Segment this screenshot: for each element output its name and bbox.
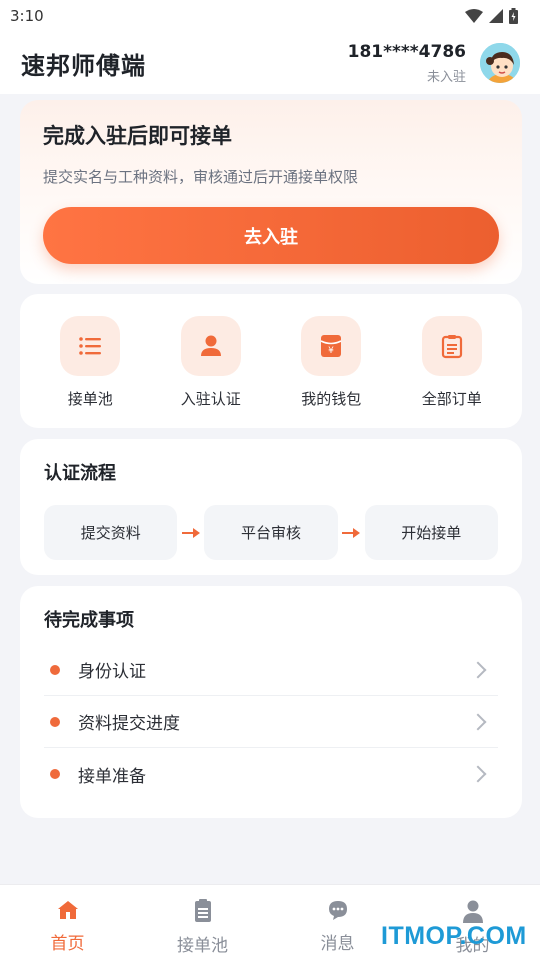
watermark: ITMOP.COM: [381, 922, 527, 950]
tab-home[interactable]: 首页: [0, 885, 135, 960]
status-dot: [50, 716, 60, 727]
flow-step-start: 开始接单: [364, 505, 498, 560]
chevron-right-icon: [469, 713, 487, 730]
todo-item-prepare[interactable]: 接单准备: [44, 748, 498, 800]
list-icon: [60, 316, 121, 376]
quick-action-order-pool[interactable]: 接单池: [35, 316, 145, 428]
onboarding-title: 完成入驻后即可接单: [43, 124, 232, 148]
chevron-right-icon: [469, 661, 487, 678]
todo-list: 身份认证 资料提交进度 接单准备: [44, 644, 498, 800]
quick-action-wallet[interactable]: ¥ 我的钱包: [276, 316, 386, 428]
flow-step-review: 平台审核: [204, 505, 338, 560]
chevron-right-icon: [469, 765, 487, 783]
clipboard-icon: [421, 316, 482, 376]
flow-title: 认证流程: [44, 463, 116, 484]
status-dot: [50, 664, 60, 675]
arrow-right-icon: [177, 527, 204, 538]
avatar[interactable]: [478, 41, 522, 85]
todo-title: 待完成事项: [44, 610, 134, 631]
flow-step-submit: 提交资料: [44, 505, 178, 560]
arrow-right-icon: [338, 527, 365, 538]
avatar-icon: [480, 43, 520, 83]
user-icon: [462, 900, 483, 923]
battery-icon: [509, 8, 518, 24]
status-bar: 3:10: [0, 0, 540, 32]
document-icon: [194, 899, 211, 922]
todo-item-label: 接单准备: [78, 766, 146, 787]
user-box[interactable]: 181****4786 未入驻: [348, 41, 522, 85]
user-info: 181****4786 未入驻: [348, 42, 466, 85]
header: 速邦师傅端 181****4786 未入驻: [0, 32, 540, 94]
user-phone: 181****4786: [347, 41, 466, 62]
onboarding-subtitle: 提交实名与工种资料，审核通过后开通接单权限: [43, 168, 359, 186]
quick-action-label: 入驻认证: [180, 390, 241, 408]
app-title: 速邦师傅端: [21, 51, 146, 80]
todo-item-progress[interactable]: 资料提交进度: [44, 696, 498, 748]
certification-flow-card: 认证流程 提交资料 平台审核 开始接单: [20, 439, 522, 575]
tab-label: 消息: [320, 934, 355, 954]
status-dot: [50, 769, 60, 779]
todo-card: 待完成事项 身份认证 资料提交进度 接单准备: [20, 586, 522, 818]
home-icon: [57, 901, 78, 919]
svg-text:¥: ¥: [328, 346, 334, 356]
tab-label: 接单池: [177, 936, 228, 956]
quick-actions: 接单池 入驻认证 ¥ 我的钱包 全部订单: [20, 294, 522, 428]
quick-action-label: 我的钱包: [301, 390, 362, 408]
todo-item-label: 身份认证: [78, 662, 146, 682]
todo-item-identity[interactable]: 身份认证: [44, 644, 498, 696]
status-time: 3:10: [10, 7, 44, 25]
wifi-icon: [465, 9, 483, 23]
onboarding-card: 完成入驻后即可接单 提交实名与工种资料，审核通过后开通接单权限 去入驻: [20, 100, 522, 284]
tab-order-pool[interactable]: 接单池: [135, 885, 270, 960]
status-icons: [465, 8, 518, 24]
todo-item-label: 资料提交进度: [78, 714, 180, 734]
chat-icon: [328, 901, 347, 920]
quick-action-certification[interactable]: 入驻认证: [156, 316, 266, 428]
quick-action-label: 接单池: [67, 390, 113, 408]
tab-label: 首页: [50, 934, 85, 954]
quick-action-label: 全部订单: [421, 390, 482, 408]
flow-steps: 提交资料 平台审核 开始接单: [44, 505, 498, 560]
signal-icon: [489, 9, 503, 23]
quick-action-all-orders[interactable]: 全部订单: [397, 316, 507, 428]
person-icon: [180, 316, 241, 376]
join-button[interactable]: 去入驻: [43, 207, 499, 264]
user-status: 未入驻: [426, 69, 466, 85]
wallet-icon: ¥: [301, 316, 362, 376]
